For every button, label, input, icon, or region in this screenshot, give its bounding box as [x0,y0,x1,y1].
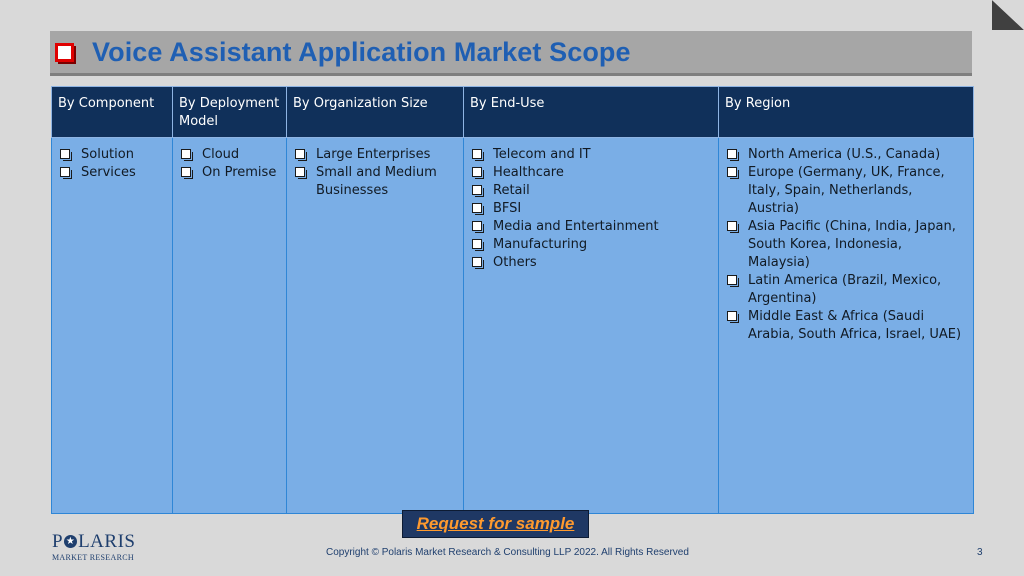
page-number: 3 [977,547,983,558]
segment-list: Solution Services [58,146,166,182]
list-item: On Premise [179,164,280,182]
list-item: Large Enterprises [293,146,457,164]
segment-list: Cloud On Premise [179,146,280,182]
list-item-label: Middle East & Africa (Saudi Arabia, Sout… [748,309,962,342]
column-header: By Deployment Model [172,86,287,138]
column-header: By Component [51,86,173,138]
list-item-label: Asia Pacific (China, India, Japan, South… [748,219,956,270]
column-header: By Organization Size [286,86,464,138]
column-header: By Region [718,86,974,138]
star-icon: ★ [64,535,78,548]
list-item-label: BFSI [493,201,522,216]
list-item-label: On Premise [202,165,277,180]
list-item: Media and Entertainment [470,218,712,236]
list-item-label: Latin America (Brazil, Mexico, Argentina… [748,273,942,306]
list-item-label: Healthcare [493,165,564,180]
list-item-label: North America (U.S., Canada) [748,147,941,162]
checkbox-bullet-icon [727,311,739,323]
list-item-label: Media and Entertainment [493,219,659,234]
table-cell: Telecom and IT Healthcare Retail BFSI Media … [463,137,719,514]
list-item: Cloud [179,146,280,164]
checkbox-bullet-icon [295,167,307,179]
checkbox-bullet-icon [181,149,193,161]
list-item: Healthcare [470,164,712,182]
checkbox-bullet-icon [472,203,484,215]
table-cell: Cloud On Premise [172,137,287,514]
list-item: Asia Pacific (China, India, Japan, South… [725,218,967,272]
market-scope-table: By Component By Deployment Model By Orga… [51,86,974,514]
segment-list: Telecom and IT Healthcare Retail BFSI Media … [470,146,712,272]
checkbox-bullet-icon [472,221,484,233]
list-item-label: Services [81,165,136,180]
list-item-label: Manufacturing [493,237,588,252]
checkbox-bullet-icon [472,167,484,179]
list-item: Others [470,254,712,272]
list-item: Services [58,164,166,182]
segment-list: North America (U.S., Canada) Europe (Germ… [725,146,967,344]
checkbox-bullet-icon [727,221,739,233]
list-item-label: Telecom and IT [493,147,591,162]
checkbox-bullet-icon [472,149,484,161]
list-item: Telecom and IT [470,146,712,164]
list-item: North America (U.S., Canada) [725,146,967,164]
list-item: Solution [58,146,166,164]
list-item-label: Solution [81,147,134,162]
checkbox-bullet-icon [60,149,72,161]
list-item: Small and Medium Businesses [293,164,457,200]
checkbox-bullet-icon [472,185,484,197]
checkbox-bullet-icon [181,167,193,179]
polaris-logo: P ★ LARIS MARKET RESEARCH [52,532,135,562]
list-item: Retail [470,182,712,200]
checkbox-bullet-icon [295,149,307,161]
list-item: Middle East & Africa (Saudi Arabia, Sout… [725,308,967,344]
list-item-label: Large Enterprises [316,147,431,162]
slide-title: Voice Assistant Application Market Scope [92,36,631,67]
title-checkbox-icon [55,42,76,64]
checkbox-bullet-icon [727,149,739,161]
table-cell: North America (U.S., Canada) Europe (Germ… [718,137,974,514]
list-item: Manufacturing [470,236,712,254]
list-item-label: Others [493,255,537,270]
logo-tagline: MARKET RESEARCH [52,553,134,562]
checkbox-bullet-icon [472,239,484,251]
table-cell: Large Enterprises Small and Medium Busine… [286,137,464,514]
request-sample-button[interactable]: Request for sample [402,510,589,538]
copyright-text: Copyright © Polaris Market Research & Co… [326,547,689,558]
table-cell: Solution Services [51,137,173,514]
list-item-label: Europe (Germany, UK, France, Italy, Spai… [748,165,945,216]
list-item: Europe (Germany, UK, France, Italy, Spai… [725,164,967,218]
list-item: BFSI [470,200,712,218]
checkbox-bullet-icon [60,167,72,179]
title-bar: Voice Assistant Application Market Scope [50,31,972,73]
checkbox-bullet-icon [727,167,739,179]
list-item-label: Retail [493,183,530,198]
list-item-label: Small and Medium Businesses [316,165,437,198]
table-header-row: By Component By Deployment Model By Orga… [51,86,974,138]
table-row: Solution Services Cloud On Premise Large E… [51,137,974,514]
checkbox-bullet-icon [727,275,739,287]
page-corner-fold-icon [992,0,1024,30]
list-item-label: Cloud [202,147,240,162]
column-header: By End-Use [463,86,719,138]
checkbox-bullet-icon [472,257,484,269]
segment-list: Large Enterprises Small and Medium Busine… [293,146,457,200]
list-item: Latin America (Brazil, Mexico, Argentina… [725,272,967,308]
logo-wordmark: P ★ LARIS [52,531,136,552]
